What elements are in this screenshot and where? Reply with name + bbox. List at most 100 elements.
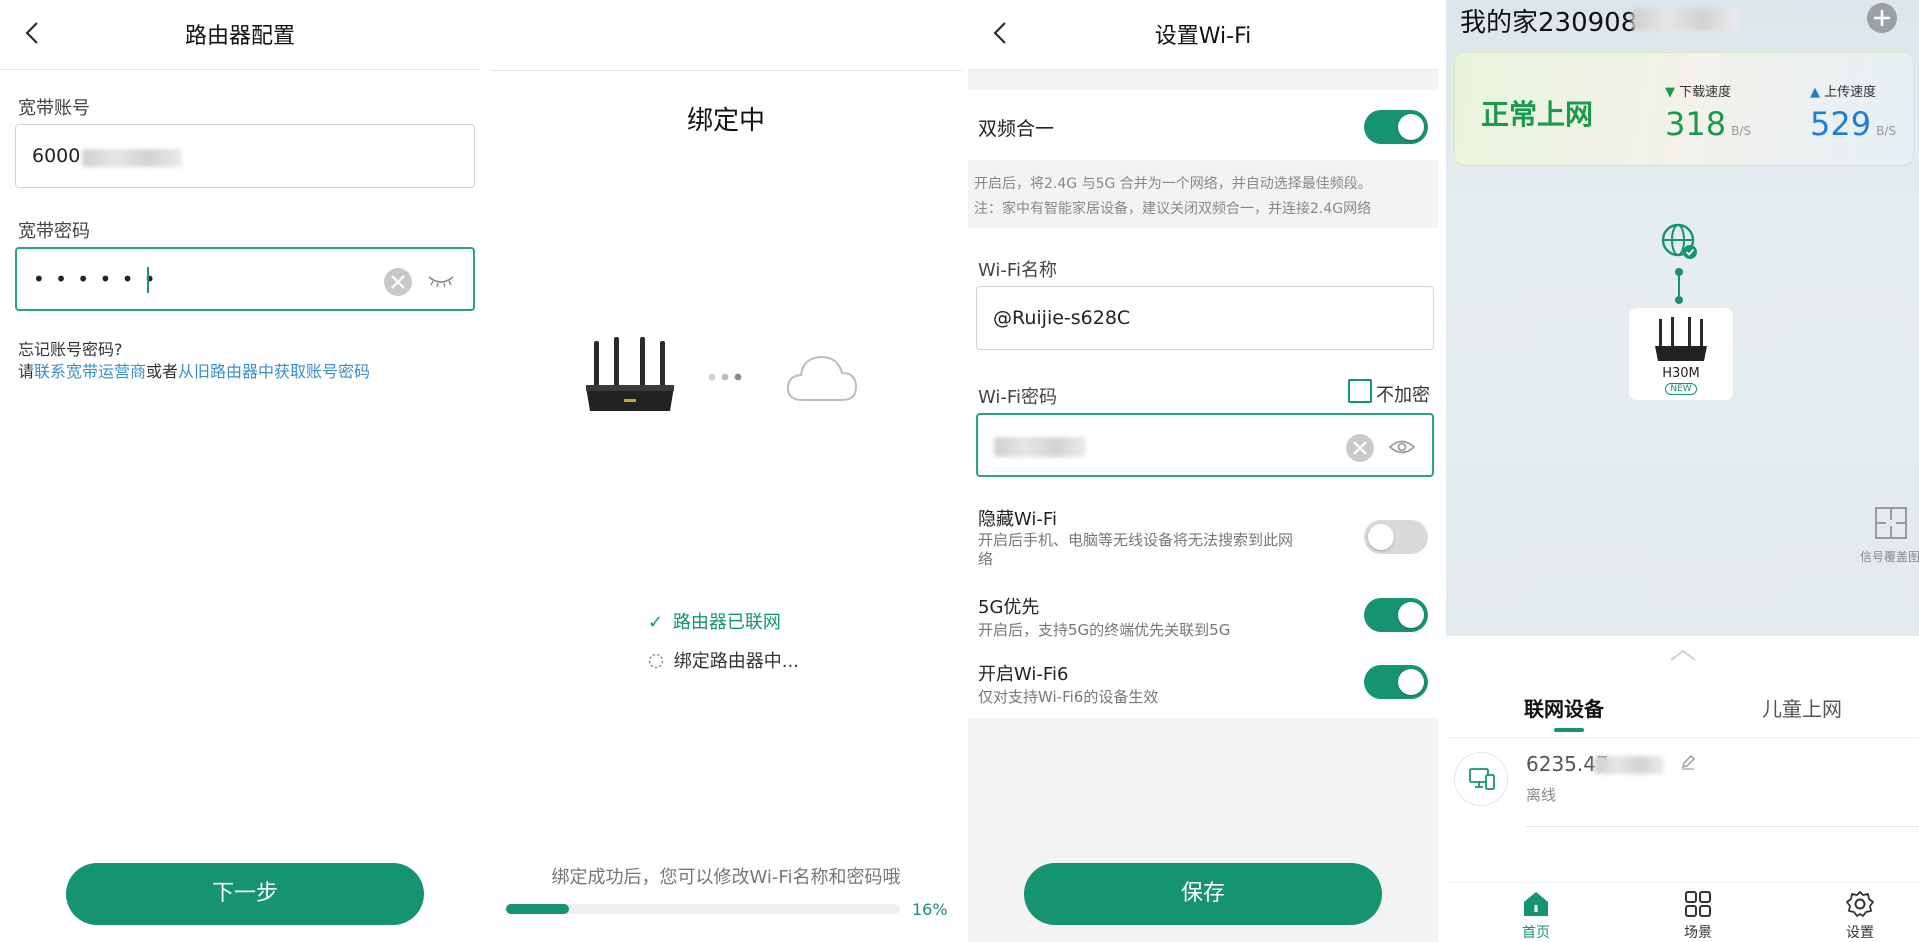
text-cursor — [147, 267, 149, 293]
dual-band-label: 双频合一 — [978, 118, 1055, 140]
progress-fill — [506, 904, 570, 914]
list-divider — [1526, 826, 1919, 827]
5g-priority-label: 5G优先 — [978, 597, 1040, 618]
router-model: H30M — [1662, 366, 1700, 381]
binding-screen: 绑定中 ✓ 路由器已联网 绑定路由器中... 绑定成功后，您可以修改Wi-Fi名… — [490, 0, 962, 942]
download-label-group: ▼ 下载速度 — [1665, 81, 1731, 100]
hide-wifi-desc-line1: 开启后手机、电脑等无线设备将无法搜索到此网 — [978, 531, 1294, 549]
progress-track — [506, 904, 900, 914]
password-value: • • • • • • — [33, 267, 158, 291]
eye-icon[interactable] — [1388, 438, 1416, 456]
hide-wifi-desc-line2: 络 — [978, 550, 994, 568]
nav-settings-label: 设置 — [1846, 925, 1874, 941]
floorplan-icon — [1875, 507, 1907, 539]
router-icon — [1655, 317, 1707, 361]
forgot-hint: 忘记账号密码? 请联系宽带运营商或者从旧路由器中获取账号密码 — [18, 339, 370, 383]
download-value: 318 — [1665, 105, 1727, 143]
header: 设置Wi-Fi — [968, 0, 1438, 70]
wifi6-label: 开启Wi-Fi6 — [978, 664, 1069, 685]
chevron-up-icon[interactable] — [1668, 648, 1698, 662]
coverage-map-button[interactable]: 信号覆盖图 — [1860, 500, 1919, 570]
eye-closed-icon[interactable] — [427, 271, 455, 291]
no-encrypt-checkbox[interactable] — [1348, 379, 1372, 403]
forgot-prefix: 请 — [18, 362, 35, 381]
grid-icon — [1685, 891, 1711, 917]
internet-globe-icon — [1661, 223, 1697, 259]
nav-divider — [1446, 882, 1919, 883]
edit-icon[interactable] — [1680, 754, 1696, 770]
device-status: 离线 — [1526, 786, 1557, 804]
nav-settings[interactable]: 设置 — [1830, 890, 1890, 942]
page-title: 路由器配置 — [184, 24, 295, 49]
cloud-icon — [786, 355, 858, 401]
wifi-name-value: @Ruijie-s628C — [993, 307, 1131, 329]
nav-home[interactable]: 首页 — [1506, 890, 1566, 942]
status-online: ✓ 路由器已联网 — [648, 608, 781, 634]
spinner-icon — [648, 653, 664, 669]
5g-priority-toggle[interactable] — [1364, 598, 1428, 632]
add-icon[interactable] — [1866, 2, 1898, 34]
network-status-card[interactable]: 正常上网 ▼ 下载速度 318 B/S ▲ 上传速度 529 B/S — [1454, 52, 1914, 166]
dual-band-desc-line2: 注：家中有智能家居设备，建议关闭双频合一，并连接2.4G网络 — [974, 201, 1372, 217]
connection-dot-bottom — [1675, 296, 1683, 304]
tabs-divider — [1446, 737, 1919, 738]
home-title: 我的家230908 — [1460, 8, 1638, 38]
hide-wifi-description: 开启后手机、电脑等无线设备将无法搜索到此网 络 — [978, 531, 1293, 569]
download-arrow-icon: ▼ — [1665, 85, 1675, 100]
wifi6-description: 仅对支持Wi-Fi6的设备生效 — [978, 688, 1159, 706]
next-button[interactable]: 下一步 — [66, 863, 424, 925]
new-badge: NEW — [1665, 383, 1697, 395]
status-binding-text: 绑定路由器中... — [673, 651, 799, 672]
save-button[interactable]: 保存 — [1024, 863, 1382, 925]
hide-wifi-label: 隐藏Wi-Fi — [978, 509, 1057, 530]
loading-dots-icon — [708, 373, 742, 381]
status-binding: 绑定路由器中... — [648, 647, 799, 673]
wifi-name-label: Wi-Fi名称 — [978, 260, 1057, 281]
hide-wifi-toggle[interactable] — [1364, 520, 1428, 554]
wifi6-toggle[interactable] — [1364, 665, 1428, 699]
contact-isp-link[interactable]: 联系宽带运营商 — [34, 362, 146, 381]
router-node-card[interactable]: H30M NEW — [1629, 308, 1733, 400]
upload-label-group: ▲ 上传速度 — [1810, 81, 1876, 100]
tab-connected-devices[interactable]: 联网设备 — [1524, 693, 1604, 722]
page-title: 设置Wi-Fi — [1154, 24, 1252, 49]
dual-band-toggle[interactable] — [1364, 110, 1428, 144]
upload-unit: B/S — [1876, 124, 1897, 138]
wifi-name-input[interactable]: @Ruijie-s628C — [976, 286, 1434, 350]
wifi-password-label: Wi-Fi密码 — [978, 387, 1057, 408]
section-gap — [968, 70, 1438, 90]
get-from-old-router-link[interactable]: 从旧路由器中获取账号密码 — [178, 362, 370, 381]
upload-label: 上传速度 — [1824, 85, 1877, 100]
dual-band-description: 开启后，将2.4G 与5G 合并为一个网络，并自动选择最佳频段。 注：家中有智能… — [968, 160, 1438, 228]
toggle-knob — [1398, 602, 1424, 628]
router-config-screen: 路由器配置 宽带账号 6000 宽带密码 • • • • • • 忘记账号密码?… — [0, 0, 480, 942]
toggle-knob — [1368, 524, 1394, 550]
upload-arrow-icon: ▲ — [1810, 85, 1820, 100]
upload-value: 529 — [1810, 105, 1872, 143]
wifi-settings-screen: 设置Wi-Fi 双频合一 开启后，将2.4G 与5G 合并为一个网络，并自动选择… — [968, 0, 1438, 942]
download-speed: 318 B/S — [1665, 105, 1751, 143]
redacted-blur — [82, 149, 182, 167]
nav-scene[interactable]: 场景 — [1668, 890, 1728, 942]
redacted-blur — [1632, 8, 1738, 30]
redacted-blur — [1594, 756, 1664, 774]
account-input[interactable]: 6000 — [15, 124, 475, 188]
redacted-blur — [994, 437, 1086, 457]
password-input[interactable]: • • • • • • — [15, 247, 475, 311]
clear-icon[interactable] — [383, 267, 413, 297]
toggle-knob — [1398, 669, 1424, 695]
no-encrypt-label: 不加密 — [1376, 385, 1430, 406]
download-unit: B/S — [1731, 124, 1752, 138]
connection-dot-top — [1675, 268, 1683, 276]
home-icon — [1524, 892, 1548, 916]
status-online-text: 路由器已联网 — [672, 612, 781, 633]
tab-kids-online[interactable]: 儿童上网 — [1762, 693, 1842, 722]
clear-icon[interactable] — [1345, 433, 1375, 463]
download-label: 下载速度 — [1679, 85, 1732, 100]
check-icon: ✓ — [648, 612, 664, 633]
forgot-help: 请联系宽带运营商或者从旧路由器中获取账号密码 — [18, 361, 370, 383]
upload-speed: 529 B/S — [1810, 105, 1896, 143]
account-label: 宽带账号 — [18, 98, 90, 119]
page-title: 绑定中 — [686, 106, 765, 136]
wifi-password-input[interactable] — [976, 413, 1434, 477]
